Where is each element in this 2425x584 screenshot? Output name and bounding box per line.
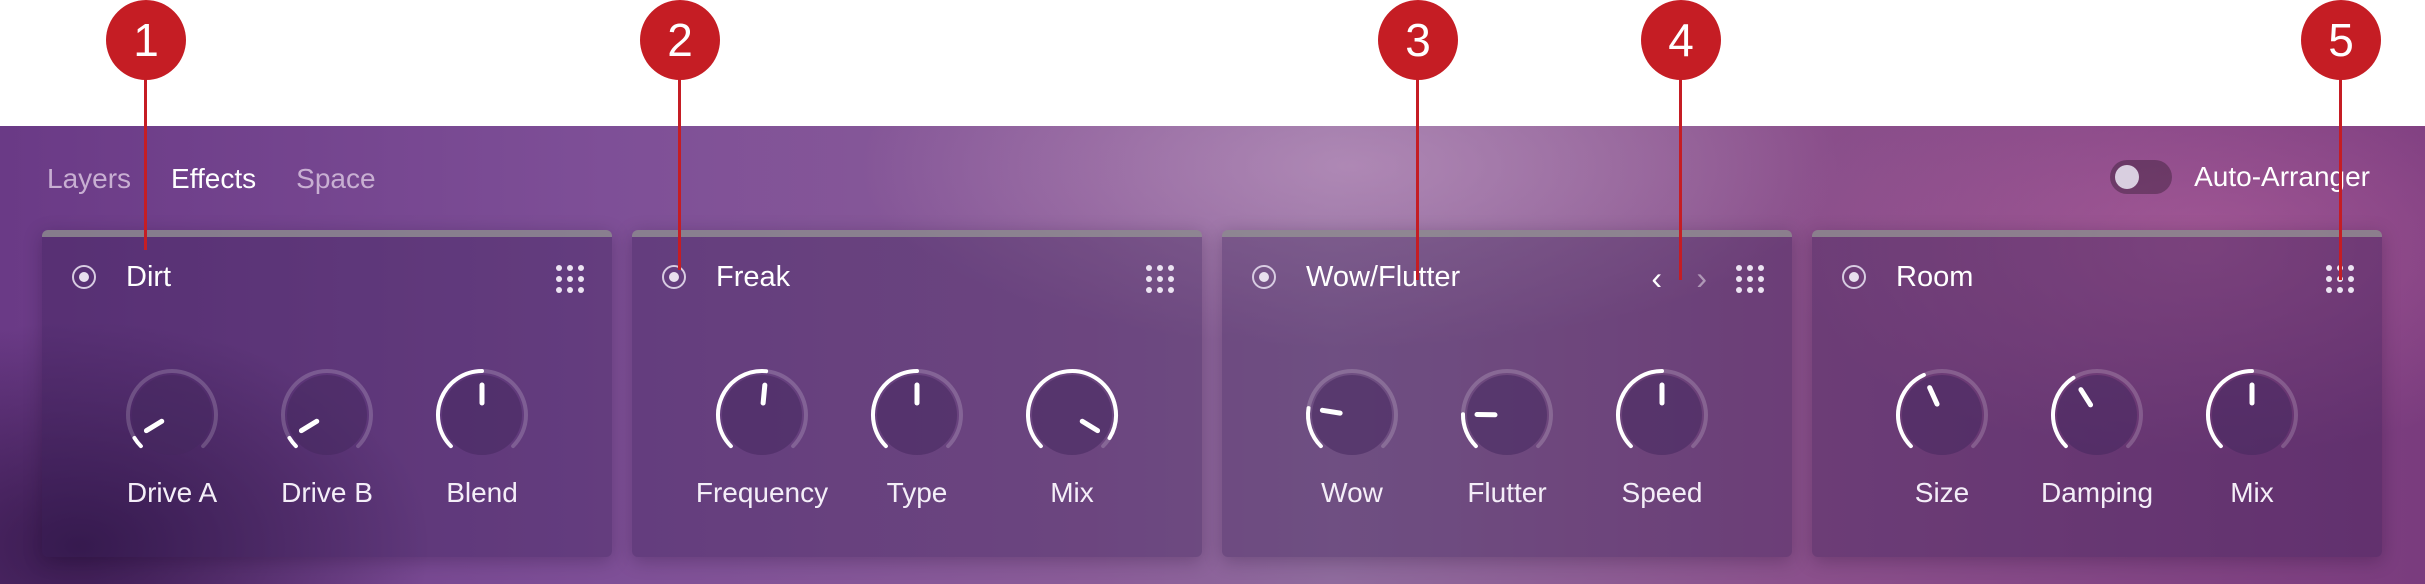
- callout-marker-1: 1: [106, 0, 186, 80]
- panel-title: Wow/Flutter: [1306, 261, 1461, 293]
- knob-speed[interactable]: [1612, 365, 1712, 465]
- callout-marker-4: 4: [1641, 0, 1721, 80]
- knob-row: Size Damping Mix: [1812, 365, 2382, 509]
- knob-body: [1032, 375, 1112, 455]
- knob-body: [132, 375, 212, 455]
- knob-drive-a[interactable]: [122, 365, 222, 465]
- panel-title: Dirt: [126, 261, 172, 293]
- power-icon[interactable]: [1252, 265, 1276, 289]
- tab-layers[interactable]: Layers: [47, 163, 131, 195]
- knob-mix[interactable]: [2202, 365, 2302, 465]
- callout-marker-5: 5: [2301, 0, 2381, 80]
- auto-arranger: Auto-Arranger: [2110, 160, 2370, 194]
- effect-panel-dirt: Dirt Drive A Drive B Blend: [42, 230, 612, 557]
- power-icon[interactable]: [662, 265, 686, 289]
- marker-line: [678, 60, 681, 270]
- power-icon[interactable]: [1842, 265, 1866, 289]
- callout-marker-2: 2: [640, 0, 720, 80]
- tab-effects[interactable]: Effects: [171, 163, 256, 195]
- knob-label: Speed: [1621, 477, 1703, 508]
- knob-label: Blend: [446, 477, 518, 508]
- knob-mix[interactable]: [1022, 365, 1122, 465]
- knob-label: Wow: [1321, 477, 1383, 508]
- effect-panel-wow-flutter: Wow/Flutter ‹ › Wow Flutter Speed: [1222, 230, 1792, 557]
- knob-label: Mix: [1050, 477, 1094, 508]
- marker-line: [144, 60, 147, 250]
- panel-title: Room: [1896, 261, 1974, 293]
- chevron-left-icon[interactable]: ‹: [1651, 262, 1662, 294]
- knob-label: Flutter: [1467, 477, 1547, 508]
- knob-pointer: [1319, 407, 1343, 416]
- knob-label: Drive B: [281, 477, 373, 508]
- knob-blend[interactable]: [432, 365, 532, 465]
- grid-icon[interactable]: [556, 265, 584, 293]
- marker-line: [1416, 60, 1419, 280]
- tab-bar: Layers Effects Space: [47, 163, 376, 195]
- knob-body: [1902, 375, 1982, 455]
- grid-icon[interactable]: [1736, 265, 1764, 293]
- knob-row: Frequency Type Mix: [632, 365, 1202, 509]
- effect-panel-freak: Freak Frequency Type Mix: [632, 230, 1202, 557]
- knob-body: [2057, 375, 2137, 455]
- knob-label: Frequency: [695, 477, 829, 508]
- chevron-right-icon[interactable]: ›: [1696, 262, 1707, 294]
- knob-row: Wow Flutter Speed: [1222, 365, 1792, 509]
- knob-wow[interactable]: [1302, 365, 1402, 465]
- auto-arranger-toggle[interactable]: [2110, 160, 2173, 194]
- callout-marker-3: 3: [1378, 0, 1458, 80]
- knob-value-arc: [132, 435, 143, 449]
- knob-damping[interactable]: [2047, 365, 2147, 465]
- knob-value-arc: [287, 435, 298, 449]
- knob-drive-b[interactable]: [277, 365, 377, 465]
- knob-label: Damping: [2040, 477, 2154, 508]
- knob-label: Drive A: [126, 477, 218, 508]
- auto-arranger-label: Auto-Arranger: [2194, 161, 2370, 192]
- knob-row: Drive A Drive B Blend: [42, 365, 612, 509]
- panel-title: Freak: [716, 261, 791, 293]
- knob-label: Type: [886, 477, 948, 508]
- grid-icon[interactable]: [1146, 265, 1174, 293]
- knob-type[interactable]: [867, 365, 967, 465]
- tab-space[interactable]: Space: [296, 163, 375, 195]
- knob-flutter[interactable]: [1457, 365, 1557, 465]
- knob-size[interactable]: [1892, 365, 1992, 465]
- knob-body: [287, 375, 367, 455]
- power-icon[interactable]: [72, 265, 96, 289]
- marker-line: [2339, 60, 2342, 280]
- toggle-thumb: [2115, 165, 2140, 189]
- knob-body: [1312, 375, 1392, 455]
- knob-pointer: [760, 382, 768, 406]
- knob-label: Mix: [2230, 477, 2274, 508]
- knob-body: [722, 375, 802, 455]
- knob-frequency[interactable]: [712, 365, 812, 465]
- marker-line: [1679, 60, 1682, 280]
- knob-label: Size: [1914, 477, 1970, 508]
- effect-panel-room: Room Size Damping Mix: [1812, 230, 2382, 557]
